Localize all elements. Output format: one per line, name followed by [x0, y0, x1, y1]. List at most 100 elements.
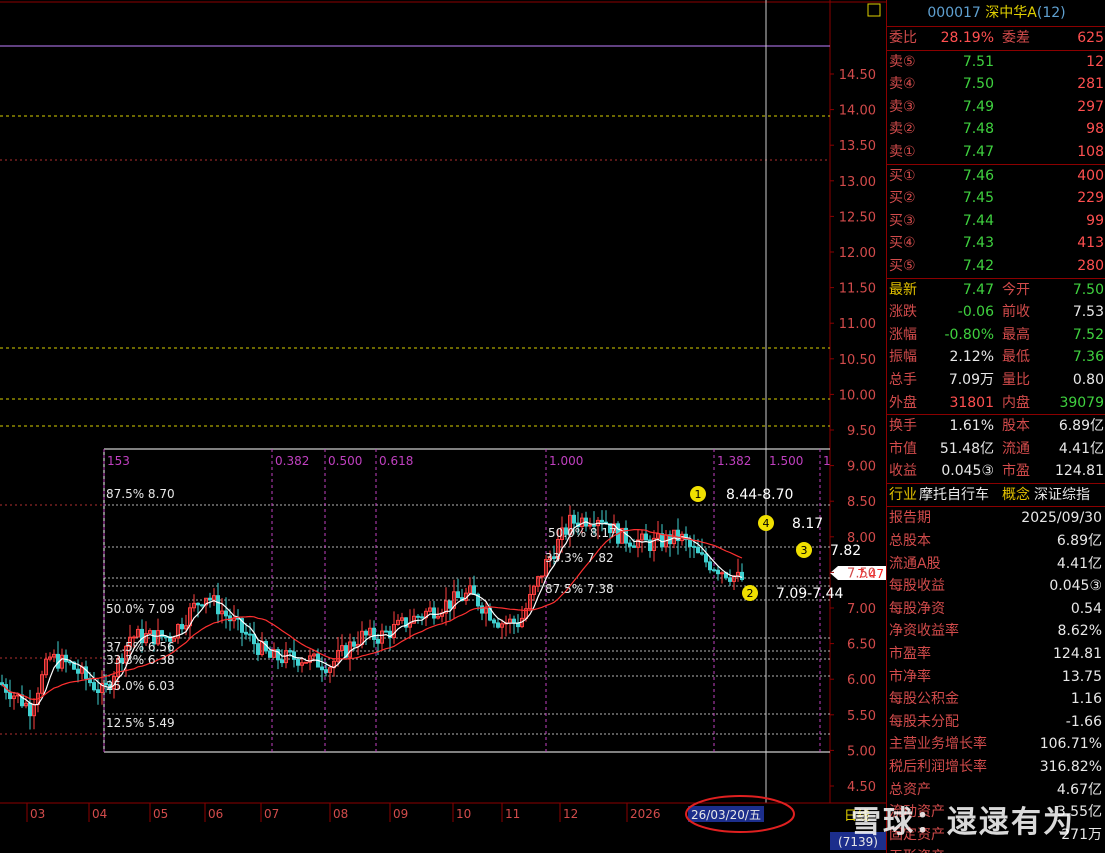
fib-price-label: 12.5% 5.49: [106, 716, 175, 730]
bids-price: 7.43: [962, 235, 994, 252]
candle: [268, 650, 272, 658]
fund-value: 6.89亿: [1058, 418, 1104, 435]
bids-row[interactable]: 买③ 7.44 99: [887, 210, 1105, 233]
finance-row: 每股净资 0.54: [887, 598, 1105, 621]
asks-volume: 108: [1077, 143, 1104, 160]
candle: [512, 618, 516, 624]
candle: [280, 659, 284, 664]
month-label: 2026: [630, 807, 661, 821]
quote-value: 7.09万: [948, 371, 994, 388]
bids-row[interactable]: 买④ 7.43 413: [887, 232, 1105, 255]
industry-row[interactable]: 行业 摩托自行车 概念 深证综指: [887, 482, 1105, 507]
candle: [480, 605, 484, 614]
finance-label: 市净率: [889, 668, 931, 685]
fund-value: 124.81: [1055, 463, 1104, 480]
candle: [96, 689, 100, 694]
kline-chart[interactable]: 153 0.382 0.500 0.618 1.000 1.382 1.500 1 87.5% …: [0, 0, 886, 853]
finance-value: -1.66: [1065, 713, 1102, 730]
asks-price: 7.51: [962, 53, 994, 70]
quote-row: 振幅 2.12% 最低 7.36: [887, 346, 1105, 369]
month-label: 04: [92, 807, 107, 821]
asks-volume: 98: [1086, 121, 1104, 138]
bids-row[interactable]: 买② 7.45 229: [887, 187, 1105, 210]
fib-price-label: 87.5% 8.70: [106, 487, 175, 501]
asks-row[interactable]: 卖③ 7.49 297: [887, 96, 1105, 119]
price-tick-label: 10.00: [839, 388, 876, 403]
candle: [700, 552, 704, 555]
fib-time-label: 1.500: [769, 454, 803, 468]
asks-row[interactable]: 卖② 7.48 98: [887, 118, 1105, 141]
fib-price-label: 50.0% 8.17: [548, 526, 617, 540]
candle: [600, 519, 604, 523]
asks-row[interactable]: 卖① 7.47 108: [887, 141, 1105, 164]
price-tick-label: 8.50: [847, 495, 876, 510]
finance-row: 每股未分配 -1.66: [887, 711, 1105, 734]
finance-row: 主营业务增长率 106.71%: [887, 733, 1105, 756]
quote-value: 7.36: [1072, 349, 1104, 366]
quote-label: 涨幅: [889, 326, 917, 343]
quote-label: 量比: [1002, 371, 1030, 388]
fib-time-label: 1: [823, 454, 831, 468]
finance-value: 0.54: [1070, 600, 1102, 617]
asks-row[interactable]: 卖⑤ 7.51 12: [887, 51, 1105, 74]
bids-price: 7.46: [962, 167, 994, 184]
candle: [688, 539, 692, 547]
candle: [708, 561, 712, 571]
quote-row: 涨幅 -0.80% 最高 7.52: [887, 324, 1105, 347]
quote-label: 外盘: [889, 394, 917, 411]
finance-label: 每股公积金: [889, 691, 959, 708]
bids-row[interactable]: 买⑤ 7.42 280: [887, 255, 1105, 278]
candle: [216, 595, 220, 615]
annotation-label: 7.09-7.44: [776, 586, 843, 602]
candle: [628, 542, 632, 547]
price-tick-label: 13.00: [839, 175, 876, 190]
month-label: 11: [505, 807, 520, 821]
price-tick-label: 7.00: [847, 602, 876, 617]
bid-list: 买① 7.46 400 买② 7.45 229 买③ 7.44 99 买④ 7.43 413 买⑤ 7.4…: [887, 163, 1105, 278]
bids-volume: 99: [1086, 212, 1104, 229]
date-label: 26/03/20/五: [691, 808, 761, 822]
quote-value: 7.52: [1072, 326, 1104, 343]
price-tick-label: 5.00: [847, 744, 876, 759]
bids-row[interactable]: 买① 7.46 400: [887, 165, 1105, 188]
finance-label: 总股本: [889, 533, 931, 550]
quote-label: 最新: [889, 281, 917, 298]
finance-row: 每股公积金 1.16: [887, 688, 1105, 711]
quote-value: -0.06: [957, 304, 994, 321]
candle: [8, 691, 12, 700]
finance-row: 税后利润增长率 316.82%: [887, 756, 1105, 779]
asks-label: 卖③: [889, 98, 916, 115]
asks-row[interactable]: 卖④ 7.50 281: [887, 73, 1105, 96]
candle: [704, 553, 708, 563]
candle: [132, 636, 136, 639]
candle: [208, 597, 212, 601]
month-label: 07: [264, 807, 279, 821]
candle: [692, 545, 696, 548]
asks-label: 卖⑤: [889, 53, 916, 70]
bids-label: 买④: [889, 235, 916, 252]
candle: [200, 604, 204, 607]
candle: [352, 641, 356, 647]
candle: [180, 624, 184, 630]
time-axis: 03 04 05 06 07 08 09 10 11 12 2026 26/03/20/五(7139)…: [0, 795, 886, 850]
candle: [712, 569, 716, 572]
price-tick-label: 4.50: [847, 780, 876, 795]
finance-label: 流通A股: [889, 555, 941, 572]
bids-volume: 229: [1077, 190, 1104, 207]
month-label: 10: [456, 807, 471, 821]
annotation-label: 8.44-8.70: [726, 487, 793, 503]
price-tick-label: 5.50: [847, 709, 876, 724]
fib-price-label: 33.3% 6.38: [106, 653, 175, 667]
quote-row: 最新 7.47 今开 7.50: [887, 279, 1105, 302]
bids-volume: 280: [1077, 257, 1104, 274]
price-tick-label: 9.50: [847, 424, 876, 439]
price-tick-label: 8.00: [847, 531, 876, 546]
quote-label: 最低: [1002, 349, 1030, 366]
finance-label: 每股净资: [889, 600, 945, 617]
price-tick-label: 12.50: [839, 210, 876, 225]
candle: [364, 630, 368, 636]
quote-value: 0.80: [1072, 371, 1104, 388]
bids-price: 7.42: [962, 257, 994, 274]
candlesticks: [0, 505, 744, 730]
finance-value: 13.75: [1061, 668, 1102, 685]
